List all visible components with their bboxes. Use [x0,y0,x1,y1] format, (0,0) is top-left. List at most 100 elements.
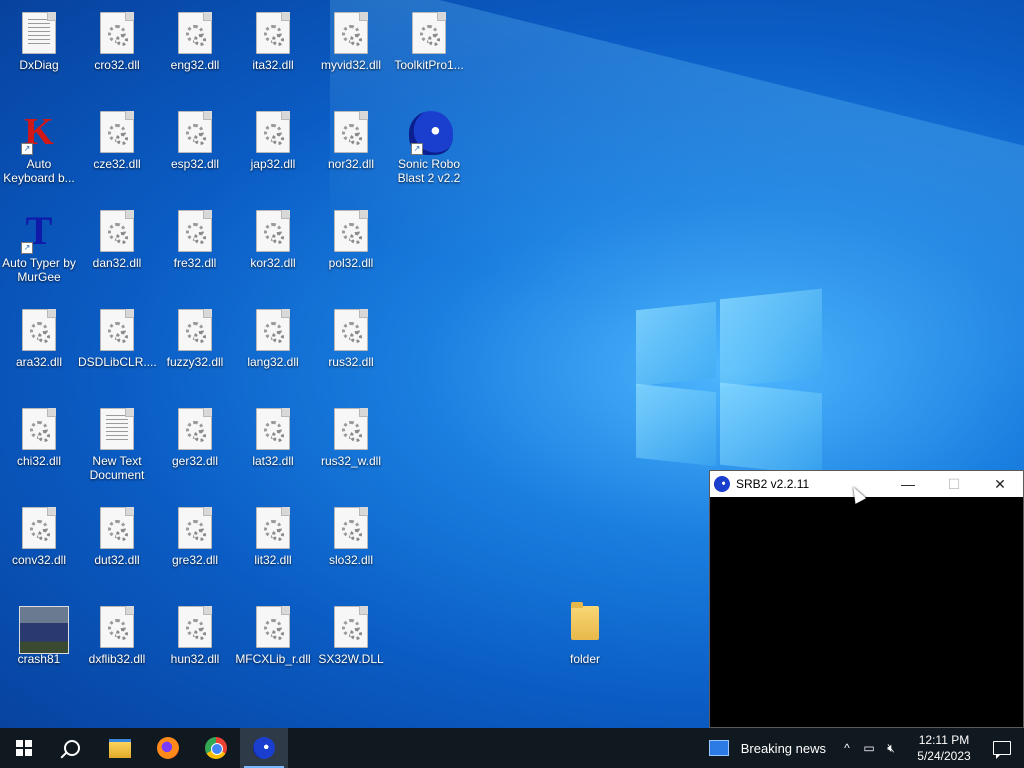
news-icon [708,740,729,756]
desktop-icon[interactable]: DxDiag [0,4,78,72]
maximize-icon: ☐ [947,475,961,492]
dll-file-icon [19,309,59,351]
desktop-icon-label: myvid32.dll [320,58,382,72]
desktop-icon[interactable]: slo32.dll [312,499,390,567]
srb2-icon [253,737,275,759]
desktop-icon[interactable]: T ↗ Auto Typer by MurGee [0,202,78,285]
dll-file-icon [175,408,215,450]
desktop-icon[interactable]: dut32.dll [78,499,156,567]
minimize-icon: — [901,476,915,492]
desktop-icon[interactable]: crash81 [0,598,78,666]
dll-file-icon [97,606,137,648]
network-icon[interactable]: ▭ [858,741,880,755]
desktop-icon[interactable]: dxflib32.dll [78,598,156,666]
taskbar-chrome[interactable] [192,728,240,768]
dll-file-icon [97,12,137,54]
desktop-icon[interactable]: eng32.dll [156,4,234,72]
dll-file-icon [253,507,293,549]
desktop-icon[interactable]: fuzzy32.dll [156,301,234,369]
desktop-icon[interactable]: dan32.dll [78,202,156,270]
file-explorer-icon [109,738,131,758]
clock[interactable]: 12:11 PM 5/24/2023 [908,732,980,764]
maximize-button[interactable]: ☐ [931,471,977,497]
desktop-icon[interactable]: lat32.dll [234,400,312,468]
desktop-icon[interactable]: folder [546,598,624,666]
start-icon [16,740,32,756]
taskbar-srb2[interactable] [240,728,288,768]
desktop-icon[interactable]: cze32.dll [78,103,156,171]
desktop-icon[interactable]: DSDLibCLR.... [78,301,157,369]
desktop-icon-label: esp32.dll [170,157,220,171]
desktop-icon[interactable]: jap32.dll [234,103,312,171]
desktop-icon[interactable]: cro32.dll [78,4,156,72]
desktop-icon[interactable]: MFCXLib_r.dll [234,598,312,666]
search-button[interactable] [48,728,96,768]
action-center-button[interactable] [980,741,1024,759]
news-widget[interactable]: Breaking news [705,728,836,768]
desktop-icon[interactable]: ToolkitPro1... [390,4,468,72]
desktop-icon[interactable]: ara32.dll [0,301,78,369]
desktop-icon[interactable]: rus32.dll [312,301,390,369]
desktop-icon-label: ara32.dll [15,355,63,369]
desktop-icon-label: cro32.dll [94,58,140,72]
desktop-icon[interactable]: pol32.dll [312,202,390,270]
auto-typer-icon: T ↗ [19,210,59,254]
dll-file-icon [253,606,293,648]
close-button[interactable]: ✕ [977,471,1023,497]
srb2-window[interactable]: SRB2 v2.2.11 — ☐ ✕ [709,470,1024,728]
desktop-icon[interactable]: kor32.dll [234,202,312,270]
tray-chevron-icon[interactable]: ^ [836,741,858,755]
desktop-icon[interactable]: gre32.dll [156,499,234,567]
desktop-icon-label: jap32.dll [250,157,296,171]
desktop-icon[interactable]: lit32.dll [234,499,312,567]
desktop-icon[interactable]: ↗ Sonic Robo Blast 2 v2.2 [390,103,468,185]
desktop-icon[interactable]: conv32.dll [0,499,78,567]
desktop-icon[interactable]: esp32.dll [156,103,234,171]
search-icon [64,740,80,756]
desktop-icon-label: pol32.dll [328,256,374,270]
dll-file-icon [331,408,371,450]
desktop-icon[interactable]: rus32_w.dll [312,400,390,468]
dll-file-icon [97,309,137,351]
desktop-icon-label: nor32.dll [327,157,375,171]
dll-file-icon [97,210,137,252]
desktop-icon-label: fuzzy32.dll [166,355,224,369]
desktop-icon[interactable]: SX32W.DLL [312,598,390,666]
dll-file-icon [97,507,137,549]
desktop-icon[interactable]: ita32.dll [234,4,312,72]
dll-file-icon [175,309,215,351]
taskbar-firefox[interactable] [144,728,192,768]
srb2-titlebar[interactable]: SRB2 v2.2.11 — ☐ ✕ [710,471,1023,497]
desktop-icon-label: rus32.dll [328,355,374,369]
dll-file-icon [175,111,215,153]
srb2-game-area[interactable] [710,497,1023,727]
dll-file-icon [331,210,371,252]
dll-file-icon [253,309,293,351]
dll-file-icon [175,507,215,549]
desktop-icon[interactable]: myvid32.dll [312,4,390,72]
desktop-icon-label: ger32.dll [171,454,219,468]
desktop-icon[interactable]: ger32.dll [156,400,234,468]
desktop-icon[interactable]: chi32.dll [0,400,78,468]
firefox-icon [157,737,179,759]
desktop-icon[interactable]: nor32.dll [312,103,390,171]
truck-image-icon [19,606,69,654]
clock-time: 12:11 PM [918,733,970,747]
dll-file-icon [175,210,215,252]
desktop-icon[interactable]: lang32.dll [234,301,312,369]
dll-file-icon [175,12,215,54]
desktop-icon[interactable]: hun32.dll [156,598,234,666]
desktop-icon[interactable]: New Text Document [78,400,156,482]
desktop-icon[interactable]: K ↗ Auto Keyboard b... [0,103,78,185]
folder-icon [565,602,605,648]
start-button[interactable] [0,728,48,768]
volume-muted-icon[interactable]: 🔇︎ [880,741,902,756]
dll-file-icon [409,12,449,54]
taskbar-file-explorer[interactable] [96,728,144,768]
dll-file-icon [331,507,371,549]
minimize-button[interactable]: — [885,471,931,497]
desktop-icon-label: conv32.dll [11,553,67,567]
window-title: SRB2 v2.2.11 [736,477,810,491]
desktop-icon[interactable]: fre32.dll [156,202,234,270]
desktop-icon-label: lang32.dll [247,355,299,369]
